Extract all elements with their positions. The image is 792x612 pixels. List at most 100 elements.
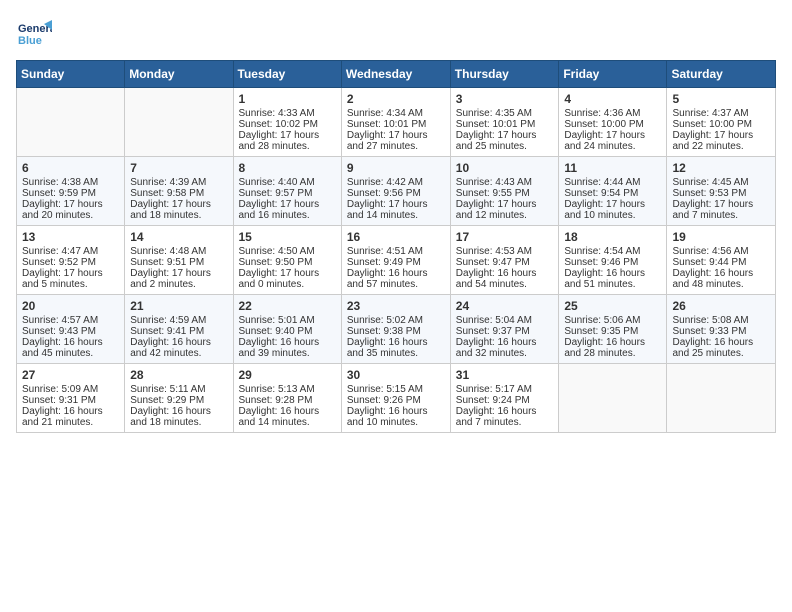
day-info-line: Daylight: 17 hours and 28 minutes.	[239, 130, 336, 152]
day-number: 11	[564, 161, 661, 175]
day-info-line: Daylight: 17 hours and 5 minutes.	[22, 268, 119, 290]
day-header-sunday: Sunday	[17, 61, 125, 88]
day-info-line: Sunset: 9:35 PM	[564, 326, 661, 337]
day-number: 18	[564, 230, 661, 244]
day-number: 29	[239, 368, 336, 382]
day-info-line: Daylight: 16 hours and 25 minutes.	[672, 337, 770, 359]
day-info-line: Sunrise: 4:56 AM	[672, 246, 770, 257]
calendar-week-row: 6 Sunrise: 4:38 AMSunset: 9:59 PM Daylight…	[17, 157, 776, 226]
day-number: 8	[239, 161, 336, 175]
day-info-line: Sunrise: 5:06 AM	[564, 315, 661, 326]
day-number: 26	[672, 299, 770, 313]
calendar-week-row: 20Sunrise: 4:57 AMSunset: 9:43 PMDayligh…	[17, 295, 776, 364]
calendar-cell: 26Sunrise: 5:08 AMSunset: 9:33 PMDayligh…	[667, 295, 776, 364]
day-info-line: Sunrise: 5:08 AM	[672, 315, 770, 326]
day-info-line: Sunrise: 5:09 AM	[22, 384, 119, 395]
day-info-line: Sunset: 9:55 PM	[456, 188, 554, 199]
day-info-line: Sunrise: 4:33 AM	[239, 108, 336, 119]
calendar-cell: 24Sunrise: 5:04 AMSunset: 9:37 PMDayligh…	[450, 295, 559, 364]
day-number: 1	[239, 92, 336, 106]
day-info-line: Sunset: 9:52 PM	[22, 257, 119, 268]
day-info-line: Sunset: 9:40 PM	[239, 326, 336, 337]
day-info-line: Daylight: 16 hours and 35 minutes.	[347, 337, 445, 359]
day-info-line: Daylight: 16 hours and 32 minutes.	[456, 337, 554, 359]
day-info-line: Sunrise: 4:47 AM	[22, 246, 119, 257]
day-info-line: Sunrise: 4:50 AM	[239, 246, 336, 257]
calendar-cell: 31Sunrise: 5:17 AMSunset: 9:24 PMDayligh…	[450, 364, 559, 433]
day-info-line: Sunset: 9:50 PM	[239, 257, 336, 268]
day-number: 22	[239, 299, 336, 313]
day-info-line: Sunset: 9:53 PM	[672, 188, 770, 199]
calendar-cell: 2Sunrise: 4:34 AMSunset: 10:01 PMDayligh…	[341, 88, 450, 157]
day-info-line: Daylight: 16 hours and 28 minutes.	[564, 337, 661, 359]
day-info-line: Sunset: 9:41 PM	[130, 326, 227, 337]
day-info-line: Sunrise: 4:53 AM	[456, 246, 554, 257]
day-info-line: Sunrise: 5:11 AM	[130, 384, 227, 395]
day-info-line: Sunrise: 4:42 AM	[347, 177, 445, 188]
day-info-line: Sunrise: 4:51 AM	[347, 246, 445, 257]
day-info-line: Sunrise: 4:35 AM	[456, 108, 554, 119]
calendar-week-row: 13Sunrise: 4:47 AMSunset: 9:52 PMDayligh…	[17, 226, 776, 295]
day-header-wednesday: Wednesday	[341, 61, 450, 88]
day-number: 25	[564, 299, 661, 313]
day-header-thursday: Thursday	[450, 61, 559, 88]
day-number: 7	[130, 161, 227, 175]
day-info-line: Sunrise: 4:40 AM	[239, 177, 336, 188]
day-info-line: Sunrise: 4:39 AM	[130, 177, 227, 188]
day-info-line: Sunrise: 4:48 AM	[130, 246, 227, 257]
day-info-line: Sunrise: 4:36 AM	[564, 108, 661, 119]
day-info-line: Daylight: 16 hours and 48 minutes.	[672, 268, 770, 290]
day-number: 27	[22, 368, 119, 382]
day-info-line: Daylight: 17 hours and 18 minutes.	[130, 199, 227, 221]
day-info-line: Sunrise: 5:13 AM	[239, 384, 336, 395]
day-number: 10	[456, 161, 554, 175]
calendar-cell: 19Sunrise: 4:56 AMSunset: 9:44 PMDayligh…	[667, 226, 776, 295]
day-info-line: Sunset: 9:56 PM	[347, 188, 445, 199]
day-info-line: Sunrise: 4:37 AM	[672, 108, 770, 119]
day-number: 2	[347, 92, 445, 106]
day-info-line: Daylight: 16 hours and 14 minutes.	[239, 406, 336, 428]
day-info-line: Sunset: 9:28 PM	[239, 395, 336, 406]
day-number: 14	[130, 230, 227, 244]
day-info-line: Sunset: 9:54 PM	[564, 188, 661, 199]
day-number: 6	[22, 161, 119, 175]
day-info-line: Sunset: 9:24 PM	[456, 395, 554, 406]
day-info-line: Daylight: 17 hours and 24 minutes.	[564, 130, 661, 152]
day-info-line: Sunrise: 5:17 AM	[456, 384, 554, 395]
day-info-line: Daylight: 17 hours and 12 minutes.	[456, 199, 554, 221]
day-info-line: Daylight: 17 hours and 2 minutes.	[130, 268, 227, 290]
day-info-line: Sunset: 9:43 PM	[22, 326, 119, 337]
day-info-line: Sunrise: 4:43 AM	[456, 177, 554, 188]
day-info-line: Daylight: 16 hours and 45 minutes.	[22, 337, 119, 359]
day-info-line: Daylight: 17 hours and 14 minutes.	[347, 199, 445, 221]
day-info-line: Daylight: 17 hours and 27 minutes.	[347, 130, 445, 152]
day-number: 3	[456, 92, 554, 106]
day-number: 20	[22, 299, 119, 313]
calendar-cell: 23Sunrise: 5:02 AMSunset: 9:38 PMDayligh…	[341, 295, 450, 364]
day-info-line: Sunrise: 5:15 AM	[347, 384, 445, 395]
calendar-cell: 15Sunrise: 4:50 AMSunset: 9:50 PMDayligh…	[233, 226, 341, 295]
day-info-line: Sunrise: 4:54 AM	[564, 246, 661, 257]
day-info-line: Daylight: 17 hours and 22 minutes.	[672, 130, 770, 152]
calendar-cell: 14Sunrise: 4:48 AMSunset: 9:51 PMDayligh…	[125, 226, 233, 295]
calendar-cell	[125, 88, 233, 157]
calendar-cell	[559, 364, 667, 433]
day-info-line: Sunrise: 4:45 AM	[672, 177, 770, 188]
calendar-cell: 18Sunrise: 4:54 AMSunset: 9:46 PMDayligh…	[559, 226, 667, 295]
day-info-line: Sunset: 9:47 PM	[456, 257, 554, 268]
calendar-cell: 1Sunrise: 4:33 AMSunset: 10:02 PMDayligh…	[233, 88, 341, 157]
day-info-line: Daylight: 17 hours and 16 minutes.	[239, 199, 336, 221]
day-info-line: Sunrise: 4:57 AM	[22, 315, 119, 326]
calendar-cell: 21Sunrise: 4:59 AMSunset: 9:41 PMDayligh…	[125, 295, 233, 364]
day-info-line: Sunrise: 4:38 AM	[22, 177, 119, 188]
day-number: 28	[130, 368, 227, 382]
calendar-week-row: 27Sunrise: 5:09 AMSunset: 9:31 PMDayligh…	[17, 364, 776, 433]
calendar-cell: 17Sunrise: 4:53 AMSunset: 9:47 PMDayligh…	[450, 226, 559, 295]
day-info-line: Sunset: 9:57 PM	[239, 188, 336, 199]
calendar-cell: 4Sunrise: 4:36 AMSunset: 10:00 PMDayligh…	[559, 88, 667, 157]
day-info-line: Sunset: 9:59 PM	[22, 188, 119, 199]
day-info-line: Sunset: 9:26 PM	[347, 395, 445, 406]
logo-icon: General Blue	[16, 16, 52, 52]
day-number: 13	[22, 230, 119, 244]
day-info-line: Daylight: 16 hours and 57 minutes.	[347, 268, 445, 290]
